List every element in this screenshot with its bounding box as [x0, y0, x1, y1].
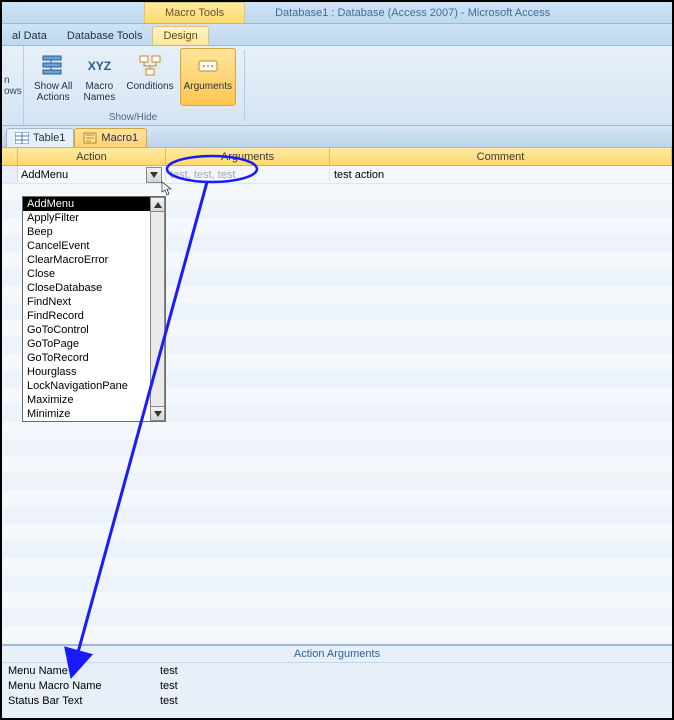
stub-line1: n	[4, 75, 23, 86]
dropdown-item[interactable]: Hourglass	[23, 365, 165, 379]
btn-label: Arguments	[184, 81, 232, 92]
argument-value[interactable]: test	[160, 665, 672, 677]
dropdown-item[interactable]: LockNavigationPane	[23, 379, 165, 393]
tab-database-tools[interactable]: Database Tools	[57, 27, 153, 45]
macro-names-button[interactable]: XYZ Macro Names	[78, 48, 120, 106]
tab-design[interactable]: Design	[152, 26, 208, 45]
dropdown-item[interactable]: CloseDatabase	[23, 281, 165, 295]
dropdown-item[interactable]: Maximize	[23, 393, 165, 407]
chevron-up-icon	[154, 202, 162, 208]
tab-label: Table1	[33, 132, 65, 144]
action-cell[interactable]	[18, 166, 166, 183]
argument-value[interactable]: test	[160, 680, 672, 692]
dropdown-item[interactable]: ClearMacroError	[23, 253, 165, 267]
scrollbar-track[interactable]	[150, 212, 165, 406]
group-label-showhide: Show/Hide	[109, 112, 157, 125]
col-header-action[interactable]: Action	[18, 148, 166, 165]
ribbon: n ows Show All Actions XYZ Macro Names C…	[2, 46, 672, 126]
steps-icon	[37, 51, 69, 81]
dropdown-item[interactable]: Minimize	[23, 407, 165, 421]
show-all-actions-button[interactable]: Show All Actions	[30, 48, 76, 106]
arguments-icon	[192, 51, 224, 81]
dropdown-item[interactable]: GoToRecord	[23, 351, 165, 365]
action-dropdown-button[interactable]	[146, 167, 162, 183]
col-header-arguments[interactable]: Arguments	[166, 148, 330, 165]
object-tab-table1[interactable]: Table1	[6, 128, 74, 147]
action-input[interactable]	[18, 169, 146, 181]
arguments-button[interactable]: Arguments	[180, 48, 236, 106]
dropdown-item[interactable]: Close	[23, 267, 165, 281]
window-title: Database1 : Database (Access 2007) - Mic…	[275, 7, 550, 19]
xyz-icon: XYZ	[83, 51, 115, 81]
chevron-down-icon	[150, 172, 158, 178]
argument-row[interactable]: Menu Macro Nametest	[2, 678, 672, 693]
comment-cell[interactable]: test action	[330, 166, 672, 183]
title-bar: Macro Tools Database1 : Database (Access…	[2, 2, 672, 24]
dropdown-item[interactable]: ApplyFilter	[23, 211, 165, 225]
dropdown-item[interactable]: GoToControl	[23, 323, 165, 337]
dropdown-item[interactable]: AddMenu	[23, 197, 165, 211]
stub-line2: ows	[4, 86, 23, 97]
dropdown-item[interactable]: FindRecord	[23, 309, 165, 323]
btn-label: Conditions	[126, 81, 173, 92]
dropdown-item[interactable]: GoToPage	[23, 337, 165, 351]
btn-label: Macro Names	[84, 81, 116, 103]
macro-icon	[83, 132, 97, 144]
ribbon-group-showhide: Show All Actions XYZ Macro Names Conditi…	[24, 46, 242, 125]
tab-label: Macro1	[101, 132, 138, 144]
argument-label: Menu Macro Name	[2, 680, 160, 692]
arguments-cell[interactable]: test, test, test	[166, 166, 330, 183]
table-icon	[15, 132, 29, 144]
action-arguments-panel: Action Arguments Menu NametestMenu Macro…	[2, 644, 672, 718]
row-selector-header	[2, 148, 18, 165]
chevron-down-icon	[154, 411, 162, 417]
ribbon-left-stub: n ows	[2, 46, 24, 125]
argument-row[interactable]: Menu Nametest	[2, 663, 672, 678]
ribbon-separator	[244, 50, 245, 121]
argument-label: Menu Name	[2, 665, 160, 677]
grid-header: Action Arguments Comment	[2, 148, 672, 166]
macro-row-1[interactable]: test, test, test test action	[2, 166, 672, 184]
argument-value[interactable]: test	[160, 695, 672, 707]
dropdown-item[interactable]: CancelEvent	[23, 239, 165, 253]
dropdown-item[interactable]: Beep	[23, 225, 165, 239]
btn-label: Show All Actions	[34, 81, 72, 103]
scroll-up-button[interactable]	[150, 197, 165, 212]
action-arguments-title: Action Arguments	[2, 646, 672, 663]
object-tab-macro1[interactable]: Macro1	[74, 128, 147, 147]
action-dropdown-list[interactable]: AddMenuApplyFilterBeepCancelEventClearMa…	[22, 196, 166, 422]
conditions-button[interactable]: Conditions	[122, 48, 177, 106]
object-tab-bar: Table1 Macro1	[2, 126, 672, 148]
argument-label: Status Bar Text	[2, 695, 160, 707]
col-header-comment[interactable]: Comment	[330, 148, 672, 165]
scroll-down-button[interactable]	[150, 406, 165, 421]
row-selector[interactable]	[2, 166, 18, 183]
flowchart-icon	[134, 51, 166, 81]
ribbon-tabs: al Data Database Tools Design	[2, 24, 672, 46]
dropdown-item[interactable]: FindNext	[23, 295, 165, 309]
tab-external-data[interactable]: al Data	[2, 27, 57, 45]
contextual-tab-label: Macro Tools	[144, 2, 245, 23]
argument-row[interactable]: Status Bar Texttest	[2, 693, 672, 708]
